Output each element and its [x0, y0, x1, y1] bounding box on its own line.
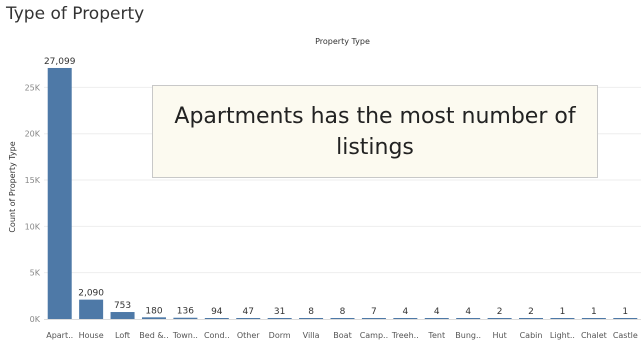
y-tick-label: 15K: [25, 176, 41, 185]
annotation-callout: Apartments has the most number of listin…: [152, 85, 598, 178]
x-tick-label: Castle: [613, 331, 638, 340]
x-tick-label: Chalet: [581, 331, 607, 340]
x-tick-label: Cabin: [520, 331, 543, 340]
x-tick-label: Treeh..: [391, 331, 419, 340]
chart-title: Property Type: [315, 37, 370, 46]
bar: [236, 318, 261, 319]
value-label: 1: [591, 307, 597, 317]
y-tick-label: 0K: [30, 315, 41, 324]
x-tick-label: Camp..: [360, 331, 388, 340]
x-tick-label: Loft: [115, 331, 130, 340]
value-label: 2,090: [78, 289, 104, 299]
bar: [299, 318, 324, 319]
bar: [79, 299, 104, 319]
value-label: 1: [622, 307, 628, 317]
x-tick-label: Other: [237, 331, 260, 340]
x-tick-label: Tent: [427, 331, 445, 340]
bar: [173, 317, 198, 319]
y-axis-title: Count of Property Type: [8, 141, 17, 232]
x-tick-label: House: [79, 331, 104, 340]
y-tick-label: 5K: [30, 269, 41, 278]
bar: [141, 317, 166, 319]
bar: [613, 318, 638, 319]
y-tick-label: 20K: [25, 130, 41, 139]
bar: [581, 318, 606, 319]
value-label: 47: [243, 307, 254, 317]
bar: [550, 318, 575, 319]
value-label: 4: [402, 307, 408, 317]
value-label: 94: [211, 307, 223, 317]
x-tick-label: Boat: [333, 331, 351, 340]
value-label: 753: [114, 301, 131, 311]
bar: [424, 318, 449, 319]
bar: [487, 318, 512, 319]
bar: [110, 312, 135, 319]
value-label: 2: [528, 307, 534, 317]
y-tick-label: 25K: [25, 83, 41, 92]
bar: [47, 67, 72, 319]
bar: [519, 318, 544, 319]
bar: [456, 318, 481, 319]
value-label: 27,099: [44, 57, 76, 67]
x-tick-label: Light..: [550, 331, 575, 340]
bar: [267, 318, 292, 319]
y-tick-label: 10K: [25, 222, 41, 231]
bar: [204, 318, 229, 319]
x-tick-label: Dorm: [269, 331, 291, 340]
value-label: 4: [465, 307, 471, 317]
x-tick-label: Cond..: [204, 331, 230, 340]
x-tick-label: Villa: [303, 331, 320, 340]
value-label: 180: [145, 306, 162, 316]
bar: [361, 318, 386, 319]
x-tick-label: Bung..: [455, 331, 481, 340]
value-label: 1: [560, 307, 566, 317]
bar: [393, 318, 418, 319]
value-label: 7: [371, 307, 377, 317]
value-label: 8: [340, 307, 346, 317]
x-tick-label: Bed &..: [139, 331, 168, 340]
x-tick-label: Apart..: [46, 331, 73, 340]
value-label: 2: [497, 307, 503, 317]
value-label: 31: [274, 307, 285, 317]
value-label: 4: [434, 307, 440, 317]
value-label: 8: [308, 307, 314, 317]
value-label: 136: [177, 307, 194, 317]
bar: [330, 318, 355, 319]
x-tick-label: Town..: [172, 331, 198, 340]
x-tick-label: Hut: [492, 331, 506, 340]
